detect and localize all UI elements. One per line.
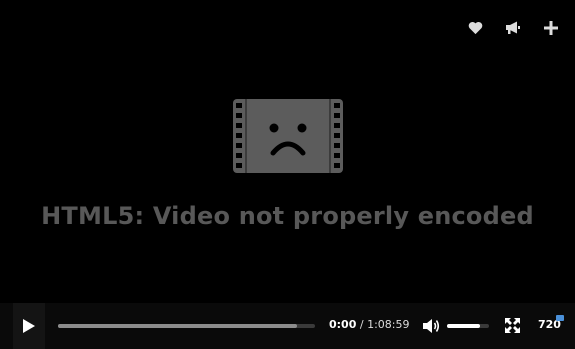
hd-badge	[556, 315, 564, 321]
progress-buffered	[58, 324, 297, 328]
error-message: HTML5: Video not properly encoded	[41, 202, 534, 230]
current-time: 0:00	[329, 318, 357, 331]
megaphone-icon[interactable]	[505, 20, 521, 36]
heart-icon[interactable]	[467, 20, 483, 36]
error-icon-wrap	[0, 99, 575, 177]
fullscreen-icon[interactable]	[504, 317, 521, 334]
video-player: HTML5: Video not properly encoded 0:00 /…	[0, 0, 575, 349]
progress-bar[interactable]	[58, 324, 315, 328]
sad-film-icon	[232, 99, 343, 173]
play-icon	[23, 319, 35, 333]
time-separator: /	[356, 318, 368, 331]
time-display: 0:00 / 1:08:59	[329, 318, 409, 331]
volume-slider[interactable]	[447, 324, 489, 328]
control-bar: 0:00 / 1:08:59 720	[0, 303, 575, 349]
volume-icon[interactable]	[422, 317, 440, 335]
play-button[interactable]	[13, 303, 45, 349]
duration: 1:08:59	[367, 318, 410, 331]
top-actions	[467, 20, 559, 36]
plus-icon[interactable]	[543, 20, 559, 36]
volume-level	[447, 324, 480, 328]
